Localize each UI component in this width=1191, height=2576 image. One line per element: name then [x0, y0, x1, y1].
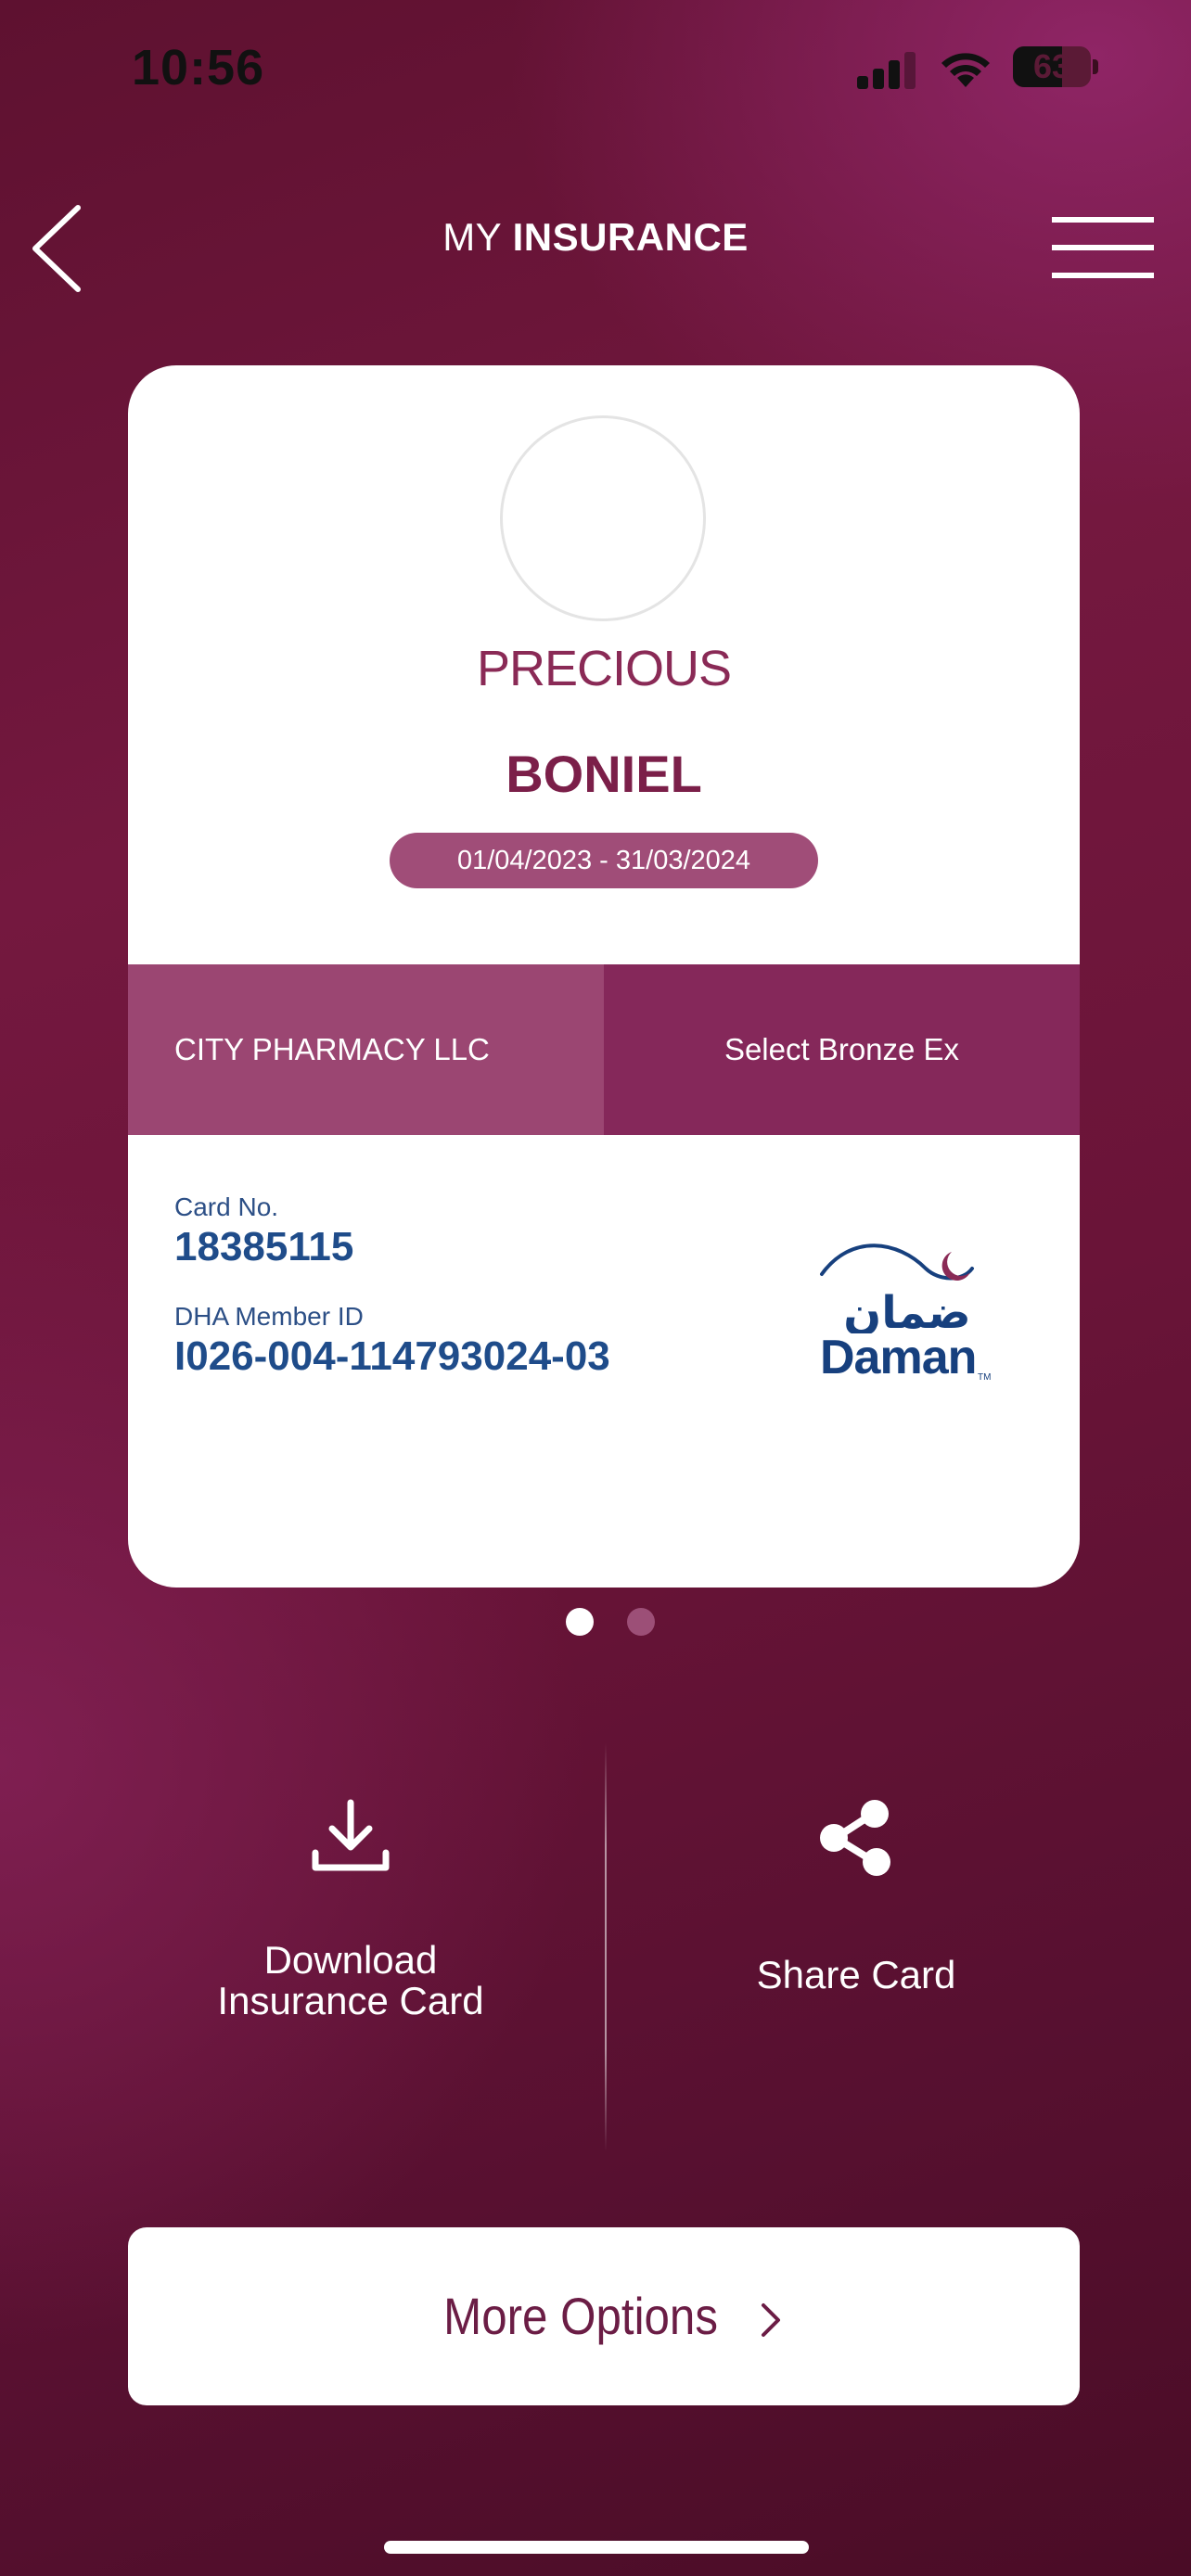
avatar: [500, 415, 706, 621]
card-number-value: 18385115: [174, 1224, 354, 1269]
member-first-name: PRECIOUS: [476, 641, 732, 696]
dha-member-id-value: I026-004-114793024-03: [174, 1333, 610, 1379]
page-title: MY INSURANCE: [0, 215, 1191, 260]
share-card-button[interactable]: Share Card: [671, 1799, 1042, 1996]
download-icon: [312, 1799, 390, 1871]
more-options-label: More Options: [443, 2287, 719, 2345]
share-card-label: Share Card: [756, 1953, 956, 1996]
daman-logo-text: Daman: [820, 1331, 977, 1384]
card-number-label: Card No.: [174, 1192, 279, 1221]
actions-divider: [605, 1743, 607, 2151]
wifi-icon: [941, 53, 990, 87]
daman-logo-tm: TM: [978, 1372, 992, 1383]
status-bar: 10:56 63: [0, 0, 1191, 139]
employer-name: CITY PHARMACY LLC: [128, 964, 604, 1135]
home-indicator[interactable]: [384, 2541, 809, 2554]
chevron-right-icon: [761, 2303, 780, 2338]
hamburger-menu-icon[interactable]: [1052, 215, 1154, 280]
daman-logo: ضمان: [820, 1243, 974, 1333]
card-info-band: CITY PHARMACY LLC Select Bronze Ex: [128, 964, 1080, 1135]
page-title-bold: INSURANCE: [512, 215, 749, 259]
insurance-card[interactable]: PRECIOUS BONIEL 01/04/2023 - 31/03/2024 …: [128, 365, 1080, 1588]
status-time: 10:56: [132, 40, 265, 96]
member-last-name: BONIEL: [506, 745, 702, 803]
dha-member-id-label: DHA Member ID: [174, 1302, 364, 1331]
battery-icon: 63: [1013, 46, 1098, 89]
cellular-signal-icon: [857, 52, 916, 89]
daman-arabic-text: ضمان: [843, 1287, 971, 1333]
validity-badge: 01/04/2023 - 31/03/2024: [390, 833, 818, 888]
download-card-label: Download Insurance Card: [217, 1938, 484, 2022]
pager-dot-1[interactable]: [566, 1608, 594, 1636]
plan-name: Select Bronze Ex: [604, 964, 1080, 1135]
page-title-light: MY: [442, 215, 513, 259]
pager-dot-2[interactable]: [627, 1608, 655, 1636]
more-options-button[interactable]: More Options: [128, 2227, 1080, 2405]
share-icon: [820, 1800, 890, 1876]
battery-percent: 63: [1032, 47, 1071, 85]
download-card-button[interactable]: Download Insurance Card: [165, 1799, 536, 2021]
